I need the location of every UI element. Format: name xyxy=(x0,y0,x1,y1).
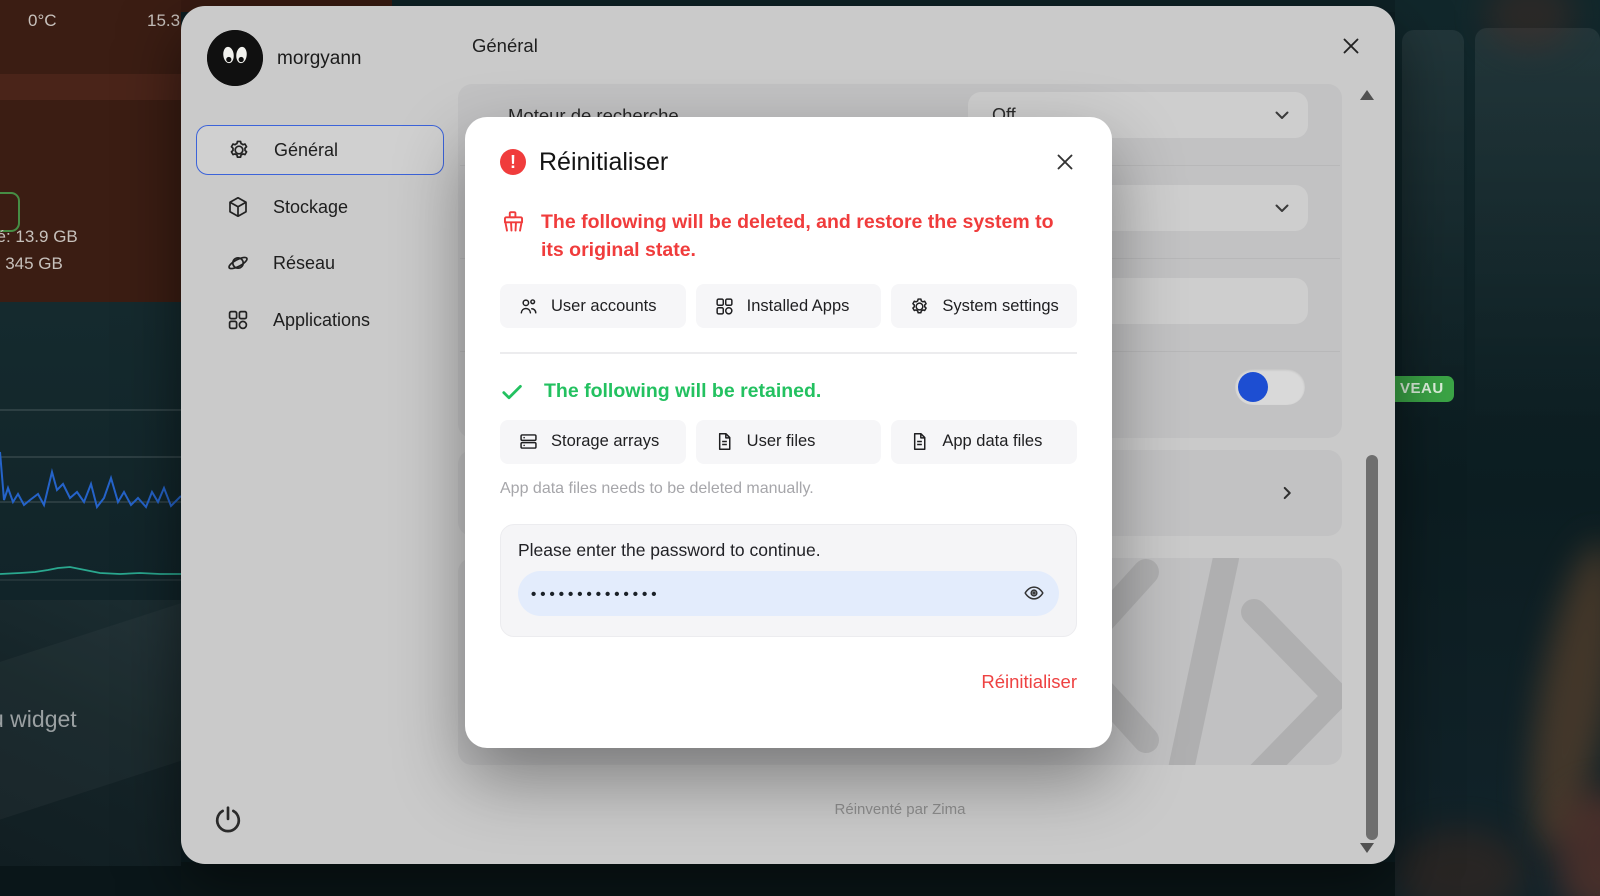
temperature-fragment: 0°C xyxy=(28,11,57,31)
storage-total-fragment: l: 345 GB xyxy=(0,254,63,274)
password-section: Please enter the password to continue. •… xyxy=(500,524,1077,637)
sidebar-item-label: Stockage xyxy=(273,197,348,218)
chip-user-files: User files xyxy=(696,420,882,464)
password-value: •••••••••••••• xyxy=(531,584,1023,603)
manual-delete-note: App data files needs to be deleted manua… xyxy=(500,480,1077,498)
desktop-bottom-band xyxy=(0,862,1600,896)
chip-label: App data files xyxy=(942,432,1042,451)
sidebar-item-label: Général xyxy=(274,140,338,161)
chip-user-accounts: User accounts xyxy=(500,284,686,328)
delete-warning-text: The following will be deleted, and resto… xyxy=(541,208,1077,264)
brush-icon xyxy=(500,209,527,236)
close-icon xyxy=(1339,34,1363,58)
scroll-up-arrow[interactable] xyxy=(1360,90,1374,100)
chip-app-data-files: App data files xyxy=(891,420,1077,464)
power-button[interactable] xyxy=(212,804,244,836)
plant-blur xyxy=(1395,828,1525,896)
window-footer-text: Réinventé par Zima xyxy=(458,801,1342,818)
add-widget-hint-fragment: u widget xyxy=(0,706,77,733)
chip-label: Storage arrays xyxy=(551,432,659,451)
setting-toggle[interactable] xyxy=(1235,369,1305,405)
sidebar-item-applications[interactable]: Applications xyxy=(196,295,444,345)
toggle-password-visibility-button[interactable] xyxy=(1023,582,1045,604)
username-label: morgyann xyxy=(277,48,362,70)
scrollbar-thumb[interactable] xyxy=(1366,455,1378,840)
avatar-eyes-graphic xyxy=(207,30,263,86)
toggle-knob xyxy=(1238,372,1268,402)
gear-icon xyxy=(909,296,930,317)
widget-band xyxy=(0,74,181,100)
drive-status-icon xyxy=(0,192,20,232)
apps-grid-icon xyxy=(226,308,250,332)
chevron-right-icon xyxy=(1276,482,1298,504)
window-close-button[interactable] xyxy=(1339,34,1363,58)
sidebar-item-general[interactable]: Général xyxy=(196,125,444,175)
server-icon xyxy=(518,431,539,452)
power-icon xyxy=(212,804,244,836)
chevron-down-icon xyxy=(1270,196,1294,220)
dialog-close-button[interactable] xyxy=(1053,150,1077,174)
delete-warning-row: The following will be deleted, and resto… xyxy=(500,208,1077,264)
desktop-right-strip xyxy=(1395,0,1600,896)
new-badge: VEAU xyxy=(1388,376,1454,402)
apps-grid-icon xyxy=(714,296,735,317)
network-sparkline xyxy=(0,302,181,600)
planet-icon xyxy=(226,251,250,275)
desktop-bottom-left xyxy=(0,866,181,896)
dialog-header: ! Réinitialiser xyxy=(500,142,1077,182)
desktop-lower-area xyxy=(0,600,181,866)
background-panel xyxy=(1402,30,1464,500)
divider xyxy=(500,352,1077,354)
chip-label: Installed Apps xyxy=(747,297,850,316)
wallpaper-wedge xyxy=(0,590,181,819)
background-panel xyxy=(1475,28,1600,498)
dialog-title: Réinitialiser xyxy=(539,148,1053,177)
box-icon xyxy=(226,195,250,219)
chip-storage-arrays: Storage arrays xyxy=(500,420,686,464)
retain-heading-text: The following will be retained. xyxy=(544,380,821,403)
sidebar-item-label: Réseau xyxy=(273,253,335,274)
chevron-down-icon xyxy=(1270,103,1294,127)
scroll-down-arrow[interactable] xyxy=(1360,843,1374,853)
password-input[interactable]: •••••••••••••• xyxy=(518,571,1059,616)
sidebar-item-network[interactable]: Réseau xyxy=(196,238,444,288)
eye-icon xyxy=(1023,582,1045,604)
network-chart-widget xyxy=(0,302,181,600)
system-monitor-widget: 0°C 15.3 sé: 13.9 GB l: 345 GB xyxy=(0,0,181,302)
avatar[interactable] xyxy=(207,30,263,86)
alert-icon: ! xyxy=(500,149,526,175)
chip-label: User accounts xyxy=(551,297,656,316)
chip-label: System settings xyxy=(942,297,1058,316)
desktop-left-strip: 0°C 15.3 sé: 13.9 GB l: 345 GB kB/s u wi… xyxy=(0,0,181,896)
users-icon xyxy=(518,296,539,317)
page-title: Général xyxy=(472,35,538,57)
close-icon xyxy=(1053,150,1077,174)
chip-installed-apps: Installed Apps xyxy=(696,284,882,328)
reset-confirm-button[interactable]: Réinitialiser xyxy=(981,671,1077,693)
password-label: Please enter the password to continue. xyxy=(518,540,1059,561)
retain-items-row: Storage arrays User files App data files xyxy=(500,420,1077,464)
storage-used-fragment: sé: 13.9 GB xyxy=(0,227,78,247)
chip-label: User files xyxy=(747,432,816,451)
chip-system-settings: System settings xyxy=(891,284,1077,328)
check-icon xyxy=(500,380,524,404)
sidebar-item-label: Applications xyxy=(273,310,370,331)
retain-heading-row: The following will be retained. xyxy=(500,380,1077,404)
file-icon xyxy=(909,431,930,452)
delete-items-row: User accounts Installed Apps System sett… xyxy=(500,284,1077,328)
gear-icon xyxy=(227,138,251,162)
reading-fragment: 15.3 xyxy=(147,11,180,31)
dialog-footer: Réinitialiser xyxy=(500,671,1077,693)
reset-dialog: ! Réinitialiser The following will be de… xyxy=(465,117,1112,748)
file-icon xyxy=(714,431,735,452)
sidebar-item-storage[interactable]: Stockage xyxy=(196,182,444,232)
